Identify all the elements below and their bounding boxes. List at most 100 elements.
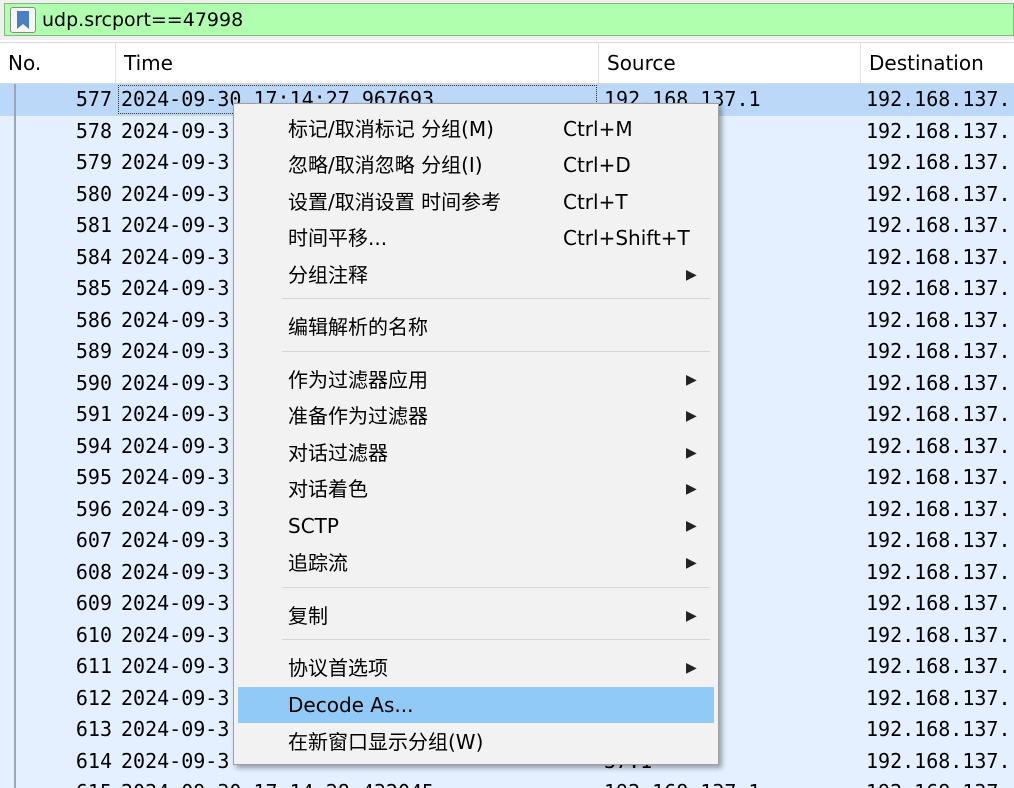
related-packet-bar [14, 619, 16, 651]
cell-destination: 192.168.137. [866, 528, 1011, 552]
related-packet-bar [14, 714, 16, 746]
menu-item-label: 协议首选项 [288, 656, 388, 680]
cell-no: 590 [75, 370, 112, 395]
related-packet-bar [14, 556, 16, 588]
menu-item-label: 复制 [288, 604, 328, 628]
related-packet-bar [14, 745, 16, 777]
cell-destination: 192.168.137. [866, 87, 1011, 111]
submenu-arrow-icon: ▶ [686, 555, 697, 571]
menu-item-copy[interactable]: 复制 ▶ [238, 598, 714, 634]
cell-destination: 192.168.137. [866, 622, 1011, 647]
related-packet-bar [14, 241, 16, 273]
cell-no: 578 [75, 118, 112, 143]
cell-destination: 192.168.137. [866, 370, 1011, 395]
related-packet-bar [14, 399, 16, 431]
submenu-arrow-icon: ▶ [686, 608, 697, 624]
column-header-destination[interactable]: Destination [861, 43, 1014, 83]
cell-no: 613 [75, 717, 112, 741]
related-packet-bar [14, 430, 16, 462]
menu-item-shortcut: Ctrl+T [563, 190, 628, 214]
cell-no: 614 [75, 748, 112, 773]
menu-item-sctp[interactable]: SCTP ▶ [238, 508, 714, 544]
cell-destination: 192.168.137. [866, 118, 1011, 143]
cell-destination: 192.168.137. [866, 777, 1014, 788]
menu-item-label: 时间平移... [288, 226, 388, 250]
menu-separator [282, 639, 710, 640]
menu-item-label: 设置/取消设置 时间参考 [288, 190, 502, 214]
display-filter-input[interactable]: udp.srcport==47998 [4, 3, 1014, 36]
related-packet-bar [14, 273, 16, 305]
menu-item-packet-comment[interactable]: 分组注释 ▶ [238, 257, 714, 293]
filter-bookmark-button[interactable] [10, 7, 36, 33]
menu-separator [282, 587, 710, 588]
menu-item-decode-as[interactable]: Decode As... [238, 687, 714, 723]
menu-item-edit-resolved-name[interactable]: 编辑解析的名称 [238, 309, 714, 345]
cell-no: 609 [75, 591, 112, 615]
menu-separator [282, 351, 710, 352]
menu-item-prepare-as-filter[interactable]: 准备作为过滤器 ▶ [238, 398, 714, 434]
menu-item-show-packet-in-new-window[interactable]: 在新窗口显示分组(W) [238, 724, 714, 760]
cell-no: 610 [75, 622, 112, 647]
menu-item-label: 分组注释 [288, 263, 368, 287]
related-packet-bar [14, 493, 16, 525]
menu-item-mark-packet[interactable]: 标记/取消标记 分组(M) Ctrl+M [238, 111, 714, 147]
cell-destination: 192.168.137. [866, 654, 1011, 678]
cell-destination: 192.168.137. [866, 244, 1011, 269]
cell-no: 586 [75, 307, 112, 332]
cell-destination: 192.168.137. [866, 213, 1011, 237]
cell-no: 608 [75, 559, 112, 584]
filter-expression: udp.srcport==47998 [42, 9, 244, 31]
related-packet-bar [14, 336, 16, 368]
related-packet-bar [14, 210, 16, 242]
menu-item-label: 对话着色 [288, 477, 368, 501]
menu-item-apply-as-filter[interactable]: 作为过滤器应用 ▶ [238, 362, 714, 398]
related-packet-bar [14, 304, 16, 336]
submenu-arrow-icon: ▶ [686, 445, 697, 461]
cell-destination: 192.168.137. [866, 276, 1011, 300]
related-packet-bar [14, 651, 16, 683]
menu-item-colorize-conversation[interactable]: 对话着色 ▶ [238, 471, 714, 507]
cell-destination: 192.168.137. [866, 591, 1011, 615]
menu-item-ignore-packet[interactable]: 忽略/取消忽略 分组(I) Ctrl+D [238, 147, 714, 183]
menu-item-shortcut: Ctrl+M [563, 117, 633, 141]
related-packet-bar [14, 115, 16, 147]
menu-item-protocol-preferences[interactable]: 协议首选项 ▶ [238, 650, 714, 686]
menu-item-label: 追踪流 [288, 551, 348, 575]
cell-source: 192.168.137.1 [604, 777, 859, 788]
submenu-arrow-icon: ▶ [686, 481, 697, 497]
cell-destination: 192.168.137. [866, 717, 1011, 741]
cell-no: 612 [75, 685, 112, 710]
packet-list-header: No. Time Source Destination [0, 42, 1014, 84]
cell-no: 615 [20, 777, 112, 788]
cell-no: 585 [75, 276, 112, 300]
column-header-time[interactable]: Time [116, 43, 599, 83]
menu-item-time-shift[interactable]: 时间平移... Ctrl+Shift+T [238, 220, 714, 256]
related-packet-bar [14, 588, 16, 620]
cell-destination: 192.168.137. [866, 465, 1011, 489]
menu-item-label: 标记/取消标记 分组(M) [288, 117, 494, 141]
menu-item-label: 准备作为过滤器 [288, 404, 428, 428]
cell-destination: 192.168.137. [866, 685, 1011, 710]
column-header-source[interactable]: Source [599, 43, 861, 83]
table-row[interactable]: 615 2024-09-30 17:14:28.432045 192.168.137… [0, 777, 1014, 788]
menu-item-label: SCTP [288, 514, 339, 538]
cell-no: 584 [75, 244, 112, 269]
menu-item-label: 忽略/取消忽略 分组(I) [288, 153, 483, 177]
bookmark-icon [17, 11, 29, 29]
menu-item-shortcut: Ctrl+Shift+T [563, 226, 690, 250]
submenu-arrow-icon: ▶ [686, 267, 697, 283]
cell-no: 579 [75, 150, 112, 174]
submenu-arrow-icon: ▶ [686, 372, 697, 388]
menu-item-label: Decode As... [288, 693, 414, 717]
column-header-no[interactable]: No. [0, 43, 116, 83]
related-packet-bar [14, 84, 16, 116]
cell-destination: 192.168.137. [866, 496, 1011, 521]
cell-destination: 192.168.137. [866, 559, 1011, 584]
cell-no: 595 [75, 465, 112, 489]
menu-item-conversation-filter[interactable]: 对话过滤器 ▶ [238, 435, 714, 471]
menu-item-set-time-reference[interactable]: 设置/取消设置 时间参考 Ctrl+T [238, 184, 714, 220]
menu-item-follow-stream[interactable]: 追踪流 ▶ [238, 545, 714, 581]
submenu-arrow-icon: ▶ [686, 660, 697, 676]
cell-no: 580 [75, 181, 112, 206]
cell-no: 589 [75, 339, 112, 363]
